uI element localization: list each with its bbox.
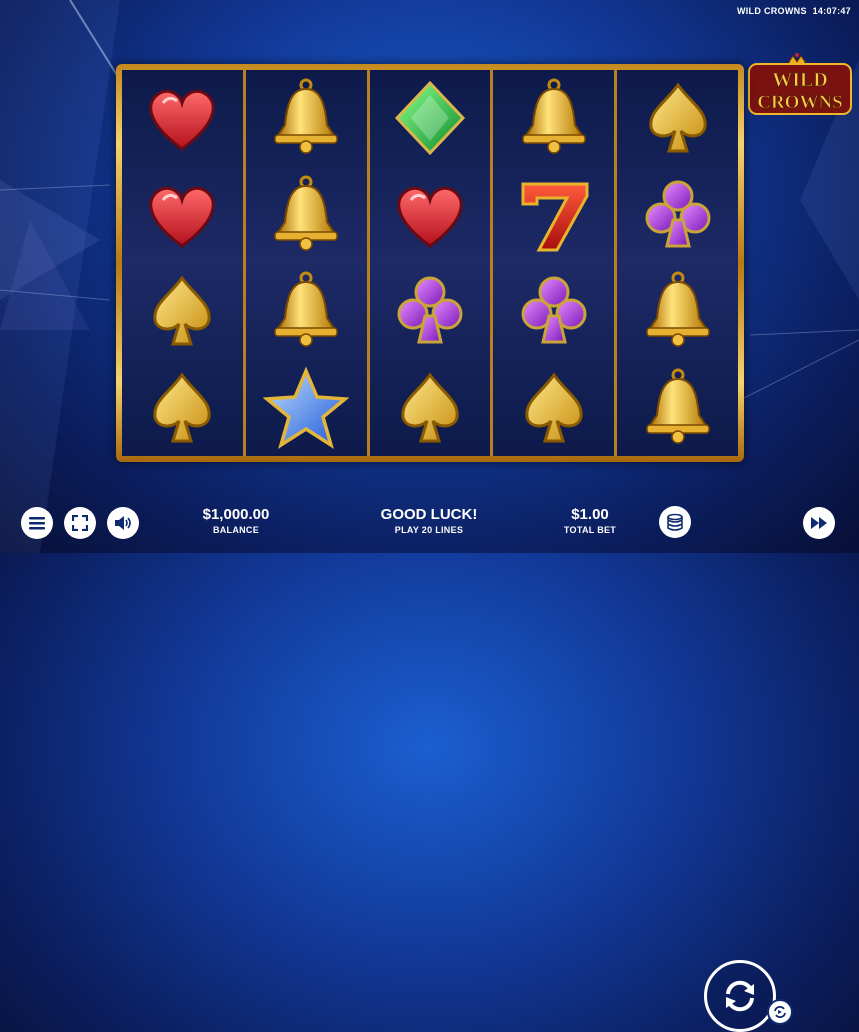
club-symbol <box>645 180 711 248</box>
logo-line2: CROWNS <box>757 92 843 113</box>
bet-label: TOTAL BET <box>563 525 617 535</box>
bet-display: $1.00 TOTAL BET <box>550 506 630 535</box>
game-name: WILD CROWNS <box>736 6 807 16</box>
spin-button[interactable] <box>704 960 776 1032</box>
bell-symbol <box>645 271 710 347</box>
spade-symbol <box>153 372 211 443</box>
spade-symbol <box>153 275 211 346</box>
good-luck-message: GOOD LUCK! <box>380 506 478 523</box>
bet-value: $1.00 <box>571 506 609 523</box>
fullscreen-button[interactable] <box>64 507 96 539</box>
clock: 14:07:47 <box>812 6 851 16</box>
reels-grid <box>122 70 738 456</box>
coins-icon <box>667 513 683 531</box>
wild-crowns-logo: WILD CROWNS <box>748 53 852 115</box>
menu-button[interactable] <box>21 507 53 539</box>
club-symbol <box>521 276 587 344</box>
heart-symbol <box>149 90 216 152</box>
fullscreen-icon <box>72 515 88 531</box>
turbo-button[interactable] <box>803 507 835 539</box>
spin-icon <box>726 980 754 1012</box>
bell-symbol <box>522 78 586 154</box>
bell-symbol <box>274 271 338 347</box>
sound-button[interactable] <box>107 507 139 539</box>
bell-symbol <box>274 175 338 251</box>
club-symbol <box>397 276 463 344</box>
autoplay-icon <box>774 1006 786 1018</box>
message-display: GOOD LUCK! PLAY 20 LINES <box>364 506 494 535</box>
diamond-symbol <box>394 81 466 156</box>
heart-symbol <box>397 186 463 248</box>
bet-settings-button[interactable] <box>659 506 691 538</box>
reel-2 <box>245 70 367 456</box>
lines-label: PLAY 20 LINES <box>394 525 464 535</box>
autoplay-button[interactable] <box>767 999 793 1025</box>
title-clock: WILD CROWNS 14:07:47 <box>734 6 851 16</box>
reel-4 <box>493 70 615 456</box>
logo-line1: WILD <box>772 69 828 91</box>
control-bar: $1,000.00 BALANCE GOOD LUCK! PLAY 20 LIN… <box>0 481 859 1032</box>
heart-symbol <box>149 186 216 248</box>
menu-icon <box>29 517 45 530</box>
bell-symbol <box>274 78 338 154</box>
balance-label: BALANCE <box>212 525 260 535</box>
reel-5 <box>617 70 738 456</box>
bell-symbol <box>645 368 710 444</box>
seven-symbol <box>521 182 589 252</box>
fast-forward-icon <box>811 517 827 529</box>
balance-display: $1,000.00 BALANCE <box>186 506 286 535</box>
star-symbol <box>263 366 350 449</box>
reel-3 <box>369 70 491 456</box>
speaker-icon <box>115 516 131 530</box>
balance-value: $1,000.00 <box>202 506 270 523</box>
spade-symbol <box>525 372 583 443</box>
reels-frame <box>116 64 744 462</box>
spade-symbol <box>401 372 459 443</box>
reel-1 <box>122 70 243 456</box>
spade-symbol <box>649 82 707 153</box>
